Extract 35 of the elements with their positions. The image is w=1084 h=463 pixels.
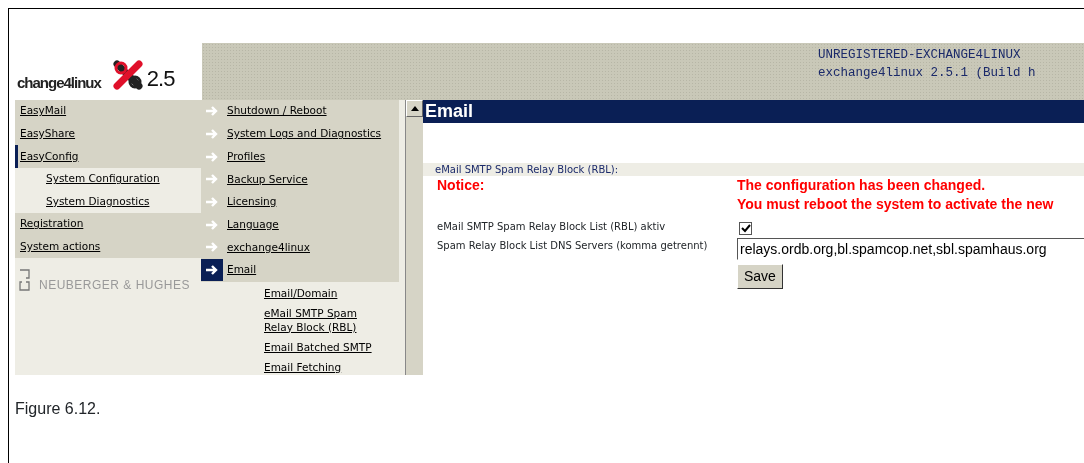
logo-text: change4linux [17,75,101,90]
menu-item[interactable]: System actions [15,235,201,259]
menu-item[interactable]: EasyMail [15,100,201,123]
checkbox[interactable] [739,222,752,235]
notice-message: The configuration has been changed. [737,176,987,195]
logo-version: 2.5 [146,68,175,90]
menu-link[interactable]: Language [227,216,279,233]
menu-item[interactable]: EasyShare [15,122,201,146]
menu-item[interactable]: EasyConfig [15,145,201,168]
field-label: eMail SMTP Spam Relay Block List (RBL) aktiv [437,220,667,234]
field-label: Spam Relay Block List DNS Servers (komma getrennt) [437,239,709,253]
save-button[interactable]: Save [737,264,783,289]
section-header: eMail SMTP Spam Relay Block (RBL): [423,163,1084,176]
menu-link[interactable]: Email [227,262,257,279]
partner-logo-text: NEUBERGER & HUGHES [39,277,191,295]
text-field[interactable]: relays.ordb.org,bl.spamcop.net,sbl.spamhaus.org [737,238,1084,260]
submenu-link[interactable]: System Diagnostics [46,193,150,210]
knot-logo-icon [112,60,143,90]
notice-label: Notice: [437,176,486,195]
header-text: UNREGISTERED-EXCHANGE4LINUX [818,47,1022,64]
squares-logo-icon [19,269,31,292]
submenu-link[interactable]: System Configuration [46,171,160,187]
page-title: Email [423,100,1084,123]
submenu-link[interactable]: Email/Domain [264,285,376,300]
notice-message: You must reboot the system to activate the new [737,195,1055,214]
submenu-link[interactable]: Email Fetching [264,359,376,374]
scrollbar[interactable] [405,100,423,375]
header-text: exchange4linux 2.5.1 (Build h [818,65,1037,82]
submenu-link[interactable]: eMail SMTP Spam Relay Block (RBL) [264,305,376,334]
menu-item[interactable]: Registration [15,212,201,236]
menu-link[interactable]: Profiles [227,148,266,165]
submenu-link[interactable]: Email Batched SMTP [264,339,376,354]
figure-caption: Figure 6.12. [15,399,102,419]
menu-link[interactable]: Licensing [227,194,277,210]
scroll-up-icon[interactable] [410,106,419,111]
